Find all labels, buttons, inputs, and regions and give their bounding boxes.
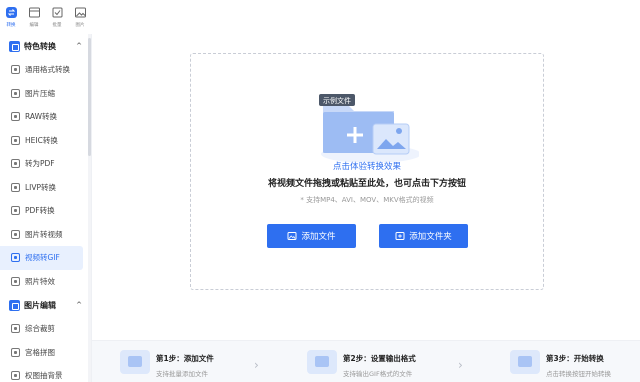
sidebar-item-image-to-video[interactable]: 图片转视频 (0, 223, 91, 247)
group-image-edit-label: 图片编辑 (24, 300, 56, 310)
sidebar-item-label: 转为PDF (25, 159, 55, 169)
file-drop-zone[interactable]: 示例文件 点击体验转换效果 将视频文件拖拽或粘贴至此处，也可点击下方按钮 * 支… (190, 53, 544, 290)
sidebar-item-photo-effects[interactable]: 照片特效 (0, 270, 91, 294)
sidebar-item-crop[interactable]: 综合裁剪 (0, 317, 91, 341)
background-icon (11, 371, 20, 381)
step-3-title: 第3步：开始转换 (546, 354, 604, 363)
example-file-badge: 示例文件 (323, 96, 351, 105)
format-icon (11, 65, 20, 75)
add-file-icon (287, 232, 297, 240)
chevron-up-icon: ^ (76, 301, 82, 309)
step-2: 第2步：设置输出格式 支持输出GIF格式的文件 (307, 350, 416, 378)
tab-batch[interactable]: 批量 (46, 0, 69, 34)
add-folder-icon (395, 232, 405, 240)
step-3: 第3步：开始转换 点击转换按钮开始转换 (510, 350, 611, 378)
heic-icon (11, 135, 20, 145)
sidebar-item-video-to-gif[interactable]: 视频转GIF (0, 246, 83, 270)
edit-icon (29, 7, 40, 18)
livp-icon (11, 182, 20, 192)
crop-icon (11, 324, 20, 334)
batch-icon (52, 7, 63, 18)
mode-tabs: 转换 编辑 批量 图片 (0, 0, 92, 34)
step-3-desc: 点击转换按钮开始转换 (546, 370, 611, 378)
sidebar-item-label: RAW转换 (25, 112, 58, 122)
add-folder-button[interactable]: 添加文件夹 (379, 224, 468, 248)
group-image-edit[interactable]: 图片编辑 ^ (0, 293, 91, 317)
sidebar-item-label: 权图抽背景 (25, 371, 63, 381)
tab-convert-label: 转换 (6, 22, 16, 28)
example-folder-illustration[interactable]: 示例文件 (319, 92, 419, 162)
output-format-step-icon (307, 350, 337, 374)
sidebar-item-label: 图片压缩 (25, 88, 55, 98)
sidebar: 特色转换 ^ 通用格式转换 图片压缩 RAW转换 HEIC转换 转为PDF LI… (0, 34, 92, 382)
sidebar-item-label: 照片特效 (25, 276, 55, 286)
try-example-link[interactable]: 点击体验转换效果 (191, 160, 543, 172)
tab-batch-label: 批量 (52, 22, 62, 28)
sidebar-item-label: 宫格拼图 (25, 347, 55, 357)
effects-icon (11, 276, 20, 286)
sidebar-item-label: 视频转GIF (25, 253, 60, 263)
sidebar-item-raw[interactable]: RAW转换 (0, 105, 91, 129)
sidebar-item-label: PDF转换 (25, 206, 55, 216)
step-1-desc: 支持批量添加文件 (156, 370, 208, 378)
tab-edit-label: 编辑 (29, 22, 39, 28)
sidebar-item-label: LIVP转换 (25, 182, 57, 192)
pdf-icon (11, 159, 20, 169)
sidebar-item-general-convert[interactable]: 通用格式转换 (0, 58, 91, 82)
chevron-right-icon: › (458, 358, 463, 372)
image-icon (75, 7, 86, 18)
sidebar-item-pdf-convert[interactable]: PDF转换 (0, 199, 91, 223)
group-special-convert-label: 特色转换 (24, 41, 56, 51)
compress-icon (11, 88, 20, 98)
sidebar-item-to-pdf[interactable]: 转为PDF (0, 152, 91, 176)
chevron-up-icon: ^ (76, 42, 82, 50)
add-file-label: 添加文件 (301, 232, 336, 242)
step-2-desc: 支持输出GIF格式的文件 (343, 370, 413, 378)
tab-image[interactable]: 图片 (69, 0, 92, 34)
drop-instructions: 将视频文件拖拽或粘贴至此处，也可点击下方按钮 (267, 179, 466, 189)
steps-bar: 第1步：添加文件 支持批量添加文件 › 第2步：设置输出格式 支持输出GIF格式… (92, 340, 640, 382)
group-special-convert[interactable]: 特色转换 ^ (0, 34, 91, 58)
convert-icon (6, 7, 17, 18)
tab-image-label: 图片 (75, 22, 85, 28)
supported-formats-hint: * 支持MP4、AVI、MOV、MKV格式的视频 (300, 196, 434, 204)
step-2-title: 第2步：设置输出格式 (343, 354, 416, 363)
sidebar-item-livp[interactable]: LIVP转换 (0, 176, 91, 200)
chevron-right-icon: › (254, 358, 259, 372)
tab-edit[interactable]: 编辑 (23, 0, 46, 34)
pdf-convert-icon (11, 206, 20, 216)
image-edit-icon (9, 299, 20, 311)
special-convert-icon (9, 40, 20, 52)
sidebar-item-remove-bg[interactable]: 权图抽背景 (0, 364, 91, 382)
sidebar-item-label: 通用格式转换 (25, 65, 70, 75)
sidebar-item-image-compress[interactable]: 图片压缩 (0, 82, 91, 106)
gif-icon (11, 253, 20, 263)
start-convert-step-icon (510, 350, 540, 374)
step-1-title: 第1步：添加文件 (156, 354, 214, 363)
sidebar-item-label: 综合裁剪 (25, 324, 55, 334)
grid-icon (11, 347, 20, 357)
step-1: 第1步：添加文件 支持批量添加文件 (120, 350, 214, 378)
image-video-icon (11, 229, 20, 239)
sidebar-scrollbar-thumb[interactable] (88, 38, 91, 156)
sidebar-item-grid-collage[interactable]: 宫格拼图 (0, 341, 91, 365)
sidebar-item-label: 图片转视频 (25, 229, 63, 239)
sidebar-item-heic[interactable]: HEIC转换 (0, 129, 91, 153)
raw-icon (11, 112, 20, 122)
add-file-button[interactable]: 添加文件 (267, 224, 356, 248)
add-folder-label: 添加文件夹 (409, 232, 452, 242)
add-file-step-icon (120, 350, 150, 374)
tab-convert[interactable]: 转换 (0, 0, 23, 34)
sidebar-item-label: HEIC转换 (25, 135, 58, 145)
